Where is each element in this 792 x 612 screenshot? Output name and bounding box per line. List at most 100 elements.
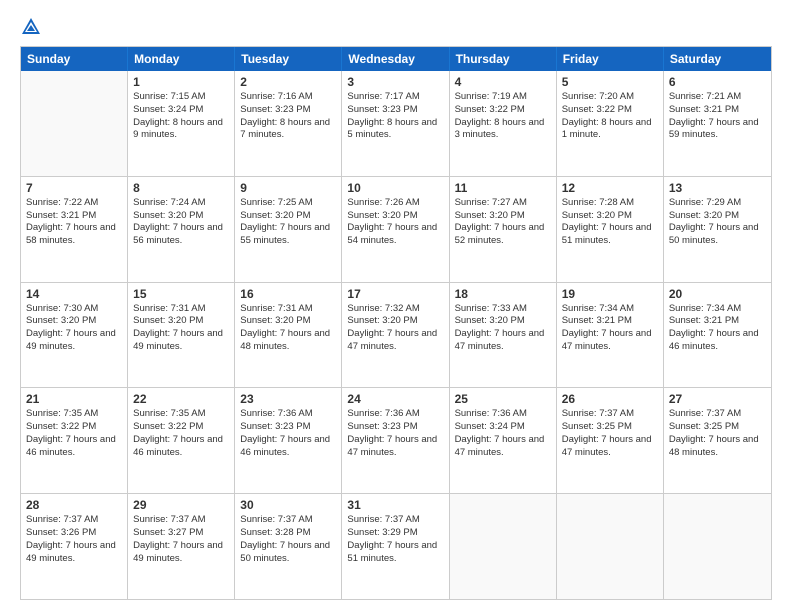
sunrise-time: Sunrise: 7:37 AM xyxy=(133,514,229,527)
daylight-hours: Daylight: 7 hours and 52 minutes. xyxy=(455,222,551,248)
sunrise-time: Sunrise: 7:37 AM xyxy=(347,514,443,527)
sunset-time: Sunset: 3:21 PM xyxy=(669,315,766,328)
day-number: 16 xyxy=(240,287,336,301)
calendar-cell: 29Sunrise: 7:37 AMSunset: 3:27 PMDayligh… xyxy=(128,494,235,599)
day-number: 27 xyxy=(669,392,766,406)
day-number: 4 xyxy=(455,75,551,89)
day-number: 28 xyxy=(26,498,122,512)
calendar-cell: 27Sunrise: 7:37 AMSunset: 3:25 PMDayligh… xyxy=(664,388,771,493)
daylight-hours: Daylight: 7 hours and 54 minutes. xyxy=(347,222,443,248)
sunrise-time: Sunrise: 7:20 AM xyxy=(562,91,658,104)
sunrise-time: Sunrise: 7:33 AM xyxy=(455,303,551,316)
day-number: 5 xyxy=(562,75,658,89)
day-number: 18 xyxy=(455,287,551,301)
daylight-hours: Daylight: 7 hours and 46 minutes. xyxy=(669,328,766,354)
sunset-time: Sunset: 3:20 PM xyxy=(240,315,336,328)
day-number: 10 xyxy=(347,181,443,195)
day-number: 13 xyxy=(669,181,766,195)
day-number: 22 xyxy=(133,392,229,406)
daylight-hours: Daylight: 7 hours and 47 minutes. xyxy=(562,328,658,354)
sunset-time: Sunset: 3:20 PM xyxy=(133,315,229,328)
daylight-hours: Daylight: 7 hours and 49 minutes. xyxy=(133,540,229,566)
day-number: 15 xyxy=(133,287,229,301)
calendar-cell: 16Sunrise: 7:31 AMSunset: 3:20 PMDayligh… xyxy=(235,283,342,388)
sunrise-time: Sunrise: 7:22 AM xyxy=(26,197,122,210)
sunrise-time: Sunrise: 7:37 AM xyxy=(26,514,122,527)
calendar-row-3: 14Sunrise: 7:30 AMSunset: 3:20 PMDayligh… xyxy=(21,283,771,389)
daylight-hours: Daylight: 7 hours and 56 minutes. xyxy=(133,222,229,248)
day-number: 30 xyxy=(240,498,336,512)
day-number: 23 xyxy=(240,392,336,406)
calendar-cell: 26Sunrise: 7:37 AMSunset: 3:25 PMDayligh… xyxy=(557,388,664,493)
daylight-hours: Daylight: 7 hours and 47 minutes. xyxy=(347,434,443,460)
day-number: 31 xyxy=(347,498,443,512)
sunrise-time: Sunrise: 7:37 AM xyxy=(562,408,658,421)
sunrise-time: Sunrise: 7:28 AM xyxy=(562,197,658,210)
daylight-hours: Daylight: 8 hours and 1 minute. xyxy=(562,117,658,143)
sunrise-time: Sunrise: 7:36 AM xyxy=(347,408,443,421)
sunset-time: Sunset: 3:22 PM xyxy=(562,104,658,117)
sunrise-time: Sunrise: 7:17 AM xyxy=(347,91,443,104)
calendar-cell: 20Sunrise: 7:34 AMSunset: 3:21 PMDayligh… xyxy=(664,283,771,388)
header-day-monday: Monday xyxy=(128,47,235,71)
header-day-wednesday: Wednesday xyxy=(342,47,449,71)
calendar-cell: 22Sunrise: 7:35 AMSunset: 3:22 PMDayligh… xyxy=(128,388,235,493)
page-header xyxy=(20,16,772,38)
day-number: 1 xyxy=(133,75,229,89)
calendar-cell: 21Sunrise: 7:35 AMSunset: 3:22 PMDayligh… xyxy=(21,388,128,493)
sunrise-time: Sunrise: 7:37 AM xyxy=(240,514,336,527)
daylight-hours: Daylight: 7 hours and 47 minutes. xyxy=(455,328,551,354)
logo-icon xyxy=(20,16,42,38)
calendar-row-1: 1Sunrise: 7:15 AMSunset: 3:24 PMDaylight… xyxy=(21,71,771,177)
calendar-cell: 12Sunrise: 7:28 AMSunset: 3:20 PMDayligh… xyxy=(557,177,664,282)
daylight-hours: Daylight: 7 hours and 50 minutes. xyxy=(240,540,336,566)
daylight-hours: Daylight: 7 hours and 50 minutes. xyxy=(669,222,766,248)
daylight-hours: Daylight: 7 hours and 49 minutes. xyxy=(133,328,229,354)
day-number: 9 xyxy=(240,181,336,195)
header-day-friday: Friday xyxy=(557,47,664,71)
sunset-time: Sunset: 3:23 PM xyxy=(240,104,336,117)
sunset-time: Sunset: 3:28 PM xyxy=(240,527,336,540)
sunset-time: Sunset: 3:23 PM xyxy=(347,421,443,434)
calendar-cell: 8Sunrise: 7:24 AMSunset: 3:20 PMDaylight… xyxy=(128,177,235,282)
sunrise-time: Sunrise: 7:21 AM xyxy=(669,91,766,104)
calendar-cell: 6Sunrise: 7:21 AMSunset: 3:21 PMDaylight… xyxy=(664,71,771,176)
day-number: 25 xyxy=(455,392,551,406)
day-number: 21 xyxy=(26,392,122,406)
calendar-header: SundayMondayTuesdayWednesdayThursdayFrid… xyxy=(21,47,771,71)
calendar-cell: 5 Sunrise: 7:20 AMSunset: 3:22 PMDaylight… xyxy=(557,71,664,176)
day-number: 3 xyxy=(347,75,443,89)
sunrise-time: Sunrise: 7:35 AM xyxy=(133,408,229,421)
sunrise-time: Sunrise: 7:25 AM xyxy=(240,197,336,210)
calendar-cell: 9Sunrise: 7:25 AMSunset: 3:20 PMDaylight… xyxy=(235,177,342,282)
sunset-time: Sunset: 3:20 PM xyxy=(562,210,658,223)
calendar-cell: 30 Sunrise: 7:37 AMSunset: 3:28 PMDayligh… xyxy=(235,494,342,599)
sunset-time: Sunset: 3:20 PM xyxy=(347,315,443,328)
sunrise-time: Sunrise: 7:31 AM xyxy=(133,303,229,316)
sunrise-time: Sunrise: 7:35 AM xyxy=(26,408,122,421)
sunset-time: Sunset: 3:20 PM xyxy=(455,315,551,328)
calendar-cell xyxy=(664,494,771,599)
sunrise-time: Sunrise: 7:27 AM xyxy=(455,197,551,210)
sunset-time: Sunset: 3:22 PM xyxy=(26,421,122,434)
sunrise-time: Sunrise: 7:34 AM xyxy=(669,303,766,316)
calendar-cell: 17Sunrise: 7:32 AMSunset: 3:20 PMDayligh… xyxy=(342,283,449,388)
calendar-cell: 23Sunrise: 7:36 AMSunset: 3:23 PMDayligh… xyxy=(235,388,342,493)
daylight-hours: Daylight: 7 hours and 59 minutes. xyxy=(669,117,766,143)
sunrise-time: Sunrise: 7:15 AM xyxy=(133,91,229,104)
sunset-time: Sunset: 3:21 PM xyxy=(669,104,766,117)
daylight-hours: Daylight: 7 hours and 49 minutes. xyxy=(26,540,122,566)
calendar-row-4: 21Sunrise: 7:35 AMSunset: 3:22 PMDayligh… xyxy=(21,388,771,494)
header-day-saturday: Saturday xyxy=(664,47,771,71)
calendar-cell xyxy=(557,494,664,599)
day-number: 29 xyxy=(133,498,229,512)
sunrise-time: Sunrise: 7:19 AM xyxy=(455,91,551,104)
calendar-cell: 1Sunrise: 7:15 AMSunset: 3:24 PMDaylight… xyxy=(128,71,235,176)
header-day-tuesday: Tuesday xyxy=(235,47,342,71)
calendar-cell: 25Sunrise: 7:36 AMSunset: 3:24 PMDayligh… xyxy=(450,388,557,493)
daylight-hours: Daylight: 7 hours and 48 minutes. xyxy=(240,328,336,354)
daylight-hours: Daylight: 8 hours and 7 minutes. xyxy=(240,117,336,143)
day-number: 7 xyxy=(26,181,122,195)
sunset-time: Sunset: 3:26 PM xyxy=(26,527,122,540)
sunset-time: Sunset: 3:22 PM xyxy=(455,104,551,117)
